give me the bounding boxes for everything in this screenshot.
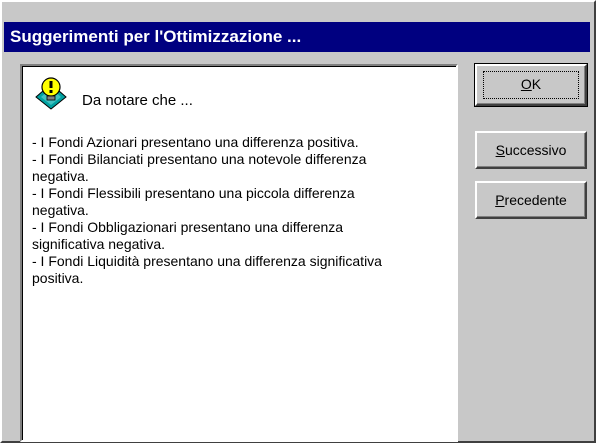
previous-button[interactable]: Precedente <box>475 181 587 219</box>
next-button[interactable]: Successivo <box>475 131 587 169</box>
note-line: significativa negativa. <box>32 236 166 252</box>
note-line: negativa. <box>32 168 89 184</box>
ok-button[interactable]: OK <box>474 63 588 107</box>
note-line: - I Fondi Liquidità presentano una diffe… <box>32 253 382 269</box>
note-line: - I Fondi Azionari presentano una differ… <box>32 134 359 150</box>
note-line: - I Fondi Obbligazionari presentano una … <box>32 219 344 235</box>
focus-rect <box>483 71 579 99</box>
tip-panel: Da notare che ... - I Fondi Azionari pre… <box>20 64 458 442</box>
tip-heading: Da notare che ... <box>82 92 193 109</box>
title-bar[interactable]: Suggerimenti per l'Ottimizzazione ... <box>4 22 590 52</box>
window-title: Suggerimenti per l'Ottimizzazione ... <box>10 27 302 46</box>
previous-label: recedente <box>504 192 567 208</box>
tip-notes: - I Fondi Azionari presentano una differ… <box>32 134 452 287</box>
note-line: - I Fondi Flessibili presentano una picc… <box>32 185 355 201</box>
note-line: negativa. <box>32 202 89 218</box>
note-line: positiva. <box>32 270 84 286</box>
previous-accel: P <box>495 192 505 208</box>
note-line: - I Fondi Bilanciati presentano una note… <box>32 151 367 167</box>
next-accel: S <box>495 142 505 158</box>
next-label: uccessivo <box>504 142 567 158</box>
lightbulb-warning-icon <box>34 76 68 110</box>
